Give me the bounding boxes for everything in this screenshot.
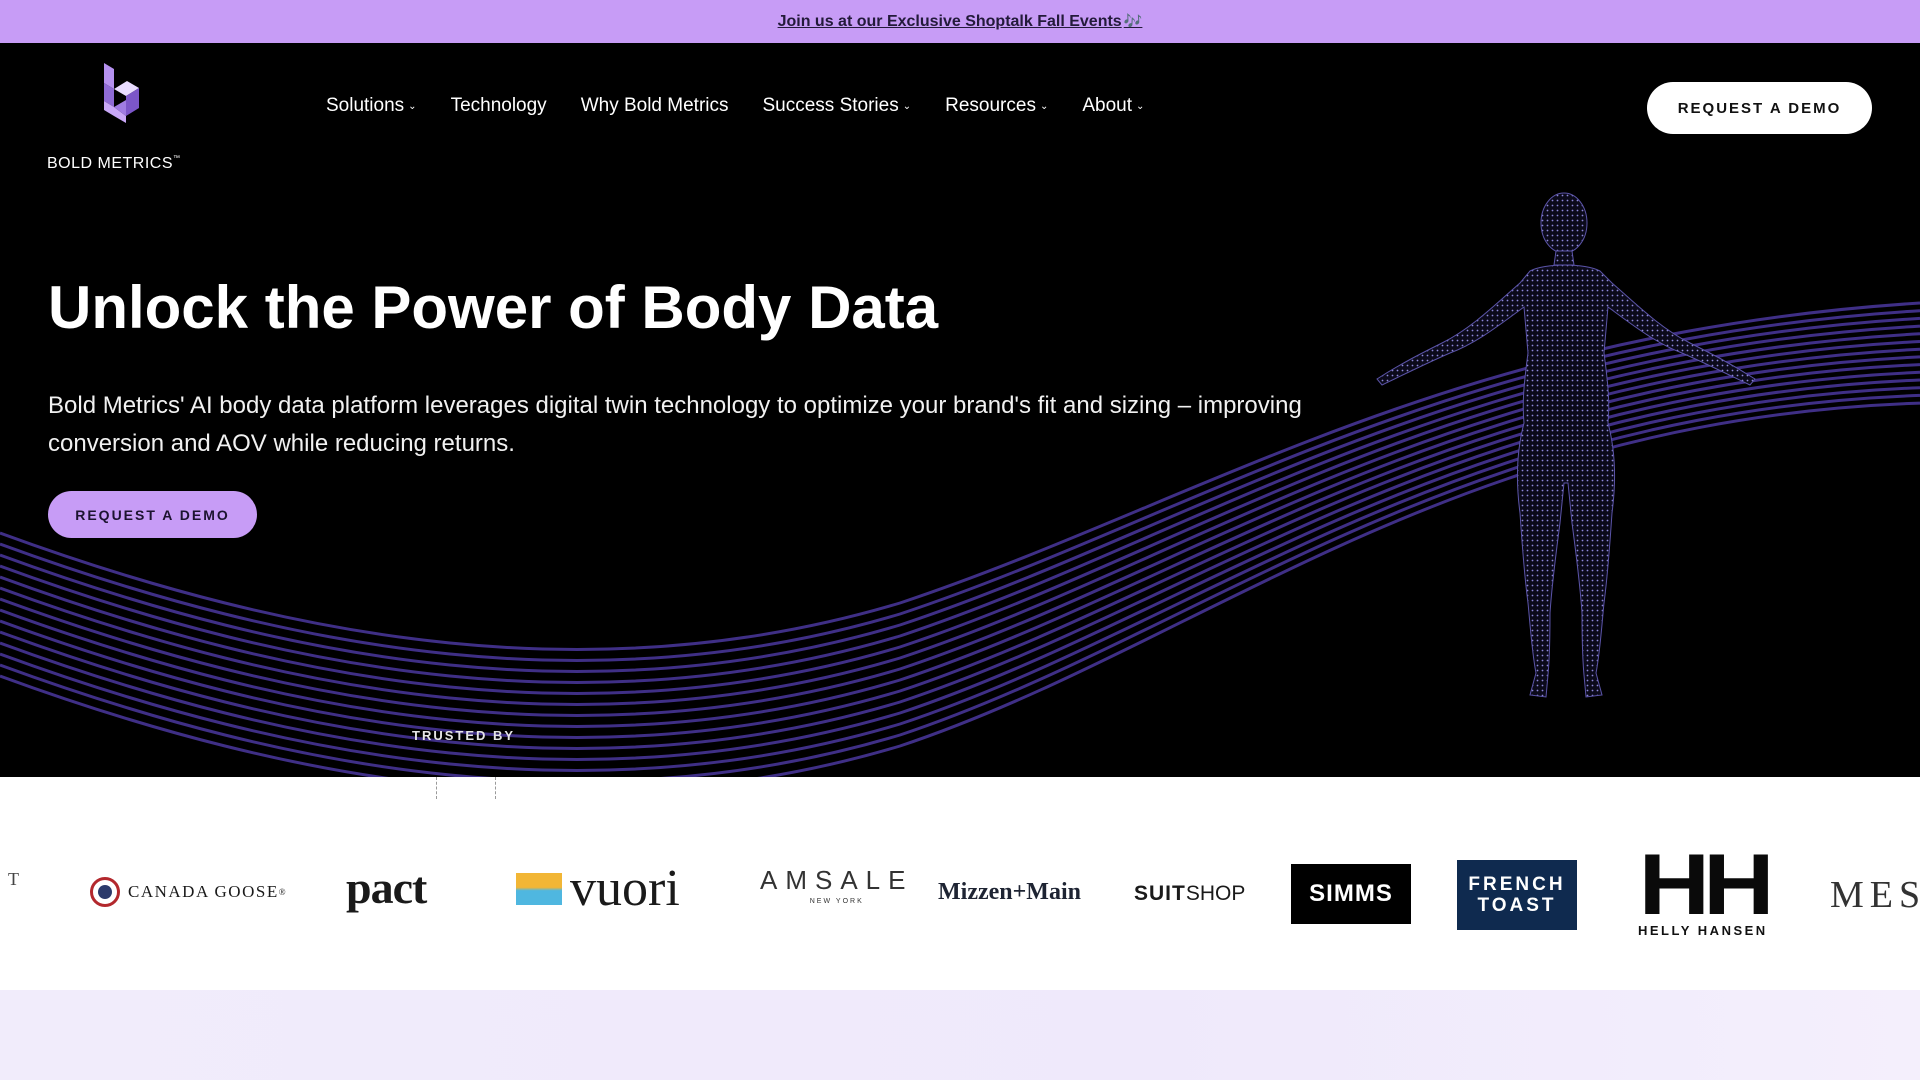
- hero-title: Unlock the Power of Body Data: [48, 274, 939, 341]
- brand-logo-vuori: vuori: [516, 859, 680, 918]
- brand-logo-mizzen-main: Mizzen+Main: [938, 879, 1081, 905]
- canada-goose-trademark: ®: [278, 887, 288, 897]
- nav-technology[interactable]: Technology: [451, 95, 547, 117]
- hero-subtitle: Bold Metrics' AI body data platform leve…: [48, 392, 1302, 457]
- nav-about[interactable]: About ⌄: [1082, 95, 1144, 117]
- announcement-text: Join us at our Exclusive Shoptalk Fall E…: [777, 13, 1122, 30]
- canada-goose-text: CANADA GOOSE: [128, 882, 279, 901]
- logo-text: BOLD METRICS: [47, 155, 174, 172]
- brand-logo-simms: SIMMS: [1291, 864, 1411, 924]
- brand-logo-pact: pact: [346, 862, 427, 913]
- suitshop-light-text: SHOP: [1185, 882, 1246, 905]
- french-toast-line-1: FRENCH: [1468, 874, 1566, 895]
- nav-label: Resources: [945, 95, 1036, 116]
- brand-logo-canada-goose: CANADA GOOSE ®: [90, 877, 287, 907]
- vuori-text: vuori: [570, 860, 680, 917]
- main-nav: Solutions ⌄ Technology Why Bold Metrics S…: [326, 95, 1178, 117]
- canada-goose-badge-icon: [90, 877, 120, 907]
- logo[interactable]: BOLD METRICS™: [47, 63, 207, 172]
- brand-logo-partial-right: MES: [1830, 874, 1920, 916]
- dashed-divider: [495, 777, 496, 799]
- hero-section: Unlock the Power of Body Data Bold Metri…: [0, 173, 1920, 777]
- request-demo-button-hero[interactable]: REQUEST A DEMO: [48, 491, 257, 538]
- french-toast-line-2: TOAST: [1477, 895, 1557, 916]
- brand-logo-helly-hansen: HH HELLY HANSEN: [1638, 837, 1774, 938]
- nav-label: Why Bold Metrics: [580, 95, 729, 116]
- brand-logo-suitshop: SUIT SHOP: [1134, 882, 1245, 906]
- logo-trademark: ™: [173, 155, 181, 162]
- dashed-divider: [436, 777, 437, 799]
- amsale-text: AMSALE: [760, 865, 914, 895]
- helly-hansen-mark: HH: [1638, 837, 1774, 933]
- trusted-by-label: TRUSTED BY: [412, 728, 516, 743]
- brand-logo-partial-left: T: [8, 869, 19, 889]
- chevron-down-icon: ⌄: [408, 101, 417, 112]
- body-wireframe-figure: [1376, 192, 1756, 698]
- music-note-icon: 🎶: [1123, 13, 1143, 30]
- site-header: BOLD METRICS™ Solutions ⌄ Technology Why …: [0, 43, 1920, 173]
- brand-logo-french-toast: FRENCH TOAST: [1457, 860, 1577, 930]
- chevron-down-icon: ⌄: [1136, 101, 1145, 112]
- request-demo-button-header[interactable]: REQUEST A DEMO: [1647, 82, 1872, 134]
- announcement-link[interactable]: Join us at our Exclusive Shoptalk Fall E…: [778, 12, 1143, 31]
- nav-label: About: [1082, 95, 1132, 116]
- announcement-bar: Join us at our Exclusive Shoptalk Fall E…: [0, 0, 1920, 43]
- next-section-band: [0, 990, 1920, 1080]
- chevron-down-icon: ⌄: [1039, 101, 1049, 112]
- nav-why-bold-metrics[interactable]: Why Bold Metrics: [581, 95, 729, 117]
- nav-label: Success Stories: [762, 95, 899, 116]
- nav-solutions[interactable]: Solutions ⌄: [326, 95, 417, 117]
- nav-resources[interactable]: Resources ⌄: [945, 95, 1048, 117]
- vuori-square-icon: [516, 872, 562, 905]
- nav-label: Technology: [450, 95, 547, 116]
- logo-wordmark: BOLD METRICS™: [47, 155, 181, 173]
- chevron-down-icon: ⌄: [902, 101, 912, 112]
- nav-success-stories[interactable]: Success Stories ⌄: [763, 95, 912, 117]
- brand-logo-amsale: AMSALE NEW YORK: [760, 865, 914, 905]
- bold-metrics-logo-icon: [104, 63, 139, 123]
- suitshop-bold-text: SUIT: [1134, 882, 1186, 905]
- amsale-subtext: NEW YORK: [809, 898, 864, 905]
- nav-label: Solutions: [326, 95, 405, 116]
- brand-logos-strip: T CANADA GOOSE ® pact vuori AMSALE NEW YO…: [0, 777, 1920, 990]
